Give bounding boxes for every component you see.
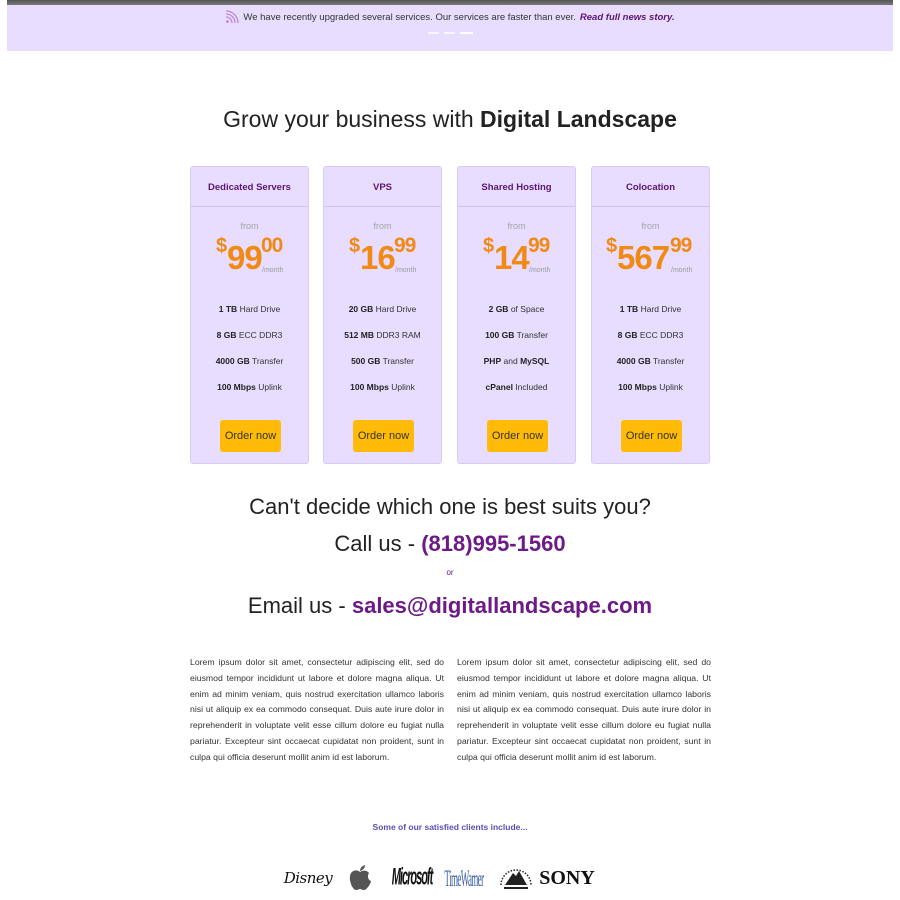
- plan-feature: cPanel Included: [485, 382, 548, 392]
- or-separator: or: [446, 568, 454, 577]
- price-cents: 99: [528, 234, 550, 257]
- headline-prefix: Grow your business with: [223, 106, 474, 132]
- price-cents: 99: [394, 234, 416, 257]
- order-now-button[interactable]: Order now: [220, 420, 281, 452]
- client-logos: Disney Microsoft TimeWarner SONY: [283, 860, 595, 896]
- price-main: 14: [494, 239, 530, 276]
- price-cents: 99: [670, 234, 692, 257]
- headline-brand: Digital Landscape: [480, 106, 677, 132]
- price-main: 567: [617, 239, 670, 276]
- contact-question: Can't decide which one is best suits you…: [249, 494, 651, 519]
- plan-feature: 100 GB Transfer: [485, 330, 548, 340]
- plan-features: 20 GB Hard Drive 512 MB DDR3 RAM 500 GB …: [324, 303, 441, 407]
- price-currency: $: [483, 235, 495, 257]
- call-us-label: Call us -: [334, 531, 416, 556]
- plan-feature: 1 TB Hard Drive: [619, 304, 682, 314]
- plan-price: $ 99 00 /month: [191, 231, 308, 281]
- page-headline: Grow your business with Digital Landscap…: [0, 106, 900, 133]
- price-period: /month: [395, 267, 417, 274]
- plan-features: 2 GB of Space 100 GB Transfer PHP and My…: [458, 303, 575, 407]
- pricing-card: Shared Hosting from $ 14 99 /month 2 GB …: [457, 166, 576, 464]
- disney-logo: Disney: [283, 869, 333, 887]
- plan-price: $ 567 99 /month: [592, 231, 709, 281]
- plan-name: Colocation: [592, 167, 709, 207]
- apple-logo: [344, 860, 376, 896]
- plan-feature: 8 GB ECC DDR3: [216, 330, 283, 340]
- price-from-label: from: [240, 221, 259, 231]
- plan-price: $ 14 99 /month: [458, 231, 575, 281]
- plan-feature: 20 GB Hard Drive: [348, 304, 417, 314]
- text-column-left: Lorem ipsum dolor sit amet, consectetur …: [190, 657, 444, 762]
- plan-feature: 8 GB ECC DDR3: [617, 330, 684, 340]
- price-period: /month: [529, 267, 551, 274]
- call-us-line: Call us - (818)995-1560: [0, 531, 900, 557]
- pricing-card: Dedicated Servers from $ 99 00 /month 1 …: [190, 166, 309, 464]
- phone-link[interactable]: (818)995-1560: [421, 531, 565, 556]
- announcement-row: We have recently upgraded several servic…: [7, 10, 893, 24]
- price-period: /month: [671, 267, 693, 274]
- plan-feature: 100 Mbps Uplink: [350, 382, 415, 392]
- plan-feature: 100 Mbps Uplink: [618, 382, 683, 392]
- plan-features: 1 TB Hard Drive 8 GB ECC DDR3 4000 GB Tr…: [592, 303, 709, 407]
- news-story-link[interactable]: Read full news story.: [580, 12, 675, 23]
- paramount-logo: [497, 860, 535, 896]
- plan-feature: 2 GB of Space: [488, 304, 545, 314]
- plan-price: $ 16 99 /month: [324, 231, 441, 281]
- timewarner-logo: TimeWarner: [444, 865, 485, 891]
- plan-feature: 4000 GB Transfer: [616, 356, 685, 366]
- order-now-button[interactable]: Order now: [353, 420, 414, 452]
- price-main: 99: [227, 239, 263, 276]
- pricing-card: Colocation from $ 567 99 /month 1 TB Har…: [591, 166, 710, 464]
- plan-name: Dedicated Servers: [191, 167, 308, 207]
- slider-dot-2[interactable]: [443, 32, 455, 34]
- plan-name: Shared Hosting: [458, 167, 575, 207]
- plan-name: VPS: [324, 167, 441, 207]
- email-link[interactable]: sales@digitallandscape.com: [352, 593, 652, 618]
- price-from-label: from: [641, 221, 660, 231]
- plan-feature: 512 MB DDR3 RAM: [344, 330, 421, 340]
- email-us-label: Email us -: [247, 593, 346, 618]
- plan-features: 1 TB Hard Drive 8 GB ECC DDR3 4000 GB Tr…: [191, 303, 308, 407]
- pricing-cards: Dedicated Servers from $ 99 00 /month 1 …: [190, 166, 710, 464]
- price-from-label: from: [373, 221, 392, 231]
- rss-icon: [225, 10, 239, 24]
- order-now-button[interactable]: Order now: [487, 420, 548, 452]
- plan-feature: 1 TB Hard Drive: [218, 304, 281, 314]
- price-cents: 00: [261, 234, 283, 257]
- pricing-card: VPS from $ 16 99 /month 20 GB Hard Drive…: [323, 166, 442, 464]
- email-us-line: Email us - sales@digitallandscape.com: [0, 593, 900, 619]
- order-now-button[interactable]: Order now: [621, 420, 682, 452]
- price-main: 16: [360, 239, 396, 276]
- slider-dot-3[interactable]: [459, 32, 473, 34]
- price-currency: $: [216, 235, 228, 257]
- plan-feature: 500 GB Transfer: [351, 356, 414, 366]
- slider-dots: [7, 32, 893, 34]
- text-column-right: Lorem ipsum dolor sit amet, consectetur …: [457, 657, 711, 762]
- slider-dot-1[interactable]: [427, 32, 439, 34]
- price-from-label: from: [507, 221, 526, 231]
- plan-feature: 4000 GB Transfer: [215, 356, 284, 366]
- sony-logo: SONY: [539, 866, 595, 889]
- announcement-text: We have recently upgraded several servic…: [243, 11, 576, 23]
- price-period: /month: [262, 267, 284, 274]
- price-currency: $: [349, 235, 361, 257]
- microsoft-logo: Microsoft: [391, 864, 433, 892]
- announcement-bar: We have recently upgraded several servic…: [7, 5, 893, 51]
- clients-title: Some of our satisfied clients include...: [372, 822, 528, 832]
- plan-feature: 100 Mbps Uplink: [217, 382, 282, 392]
- price-currency: $: [606, 235, 618, 257]
- plan-feature: PHP and MySQL: [483, 356, 550, 366]
